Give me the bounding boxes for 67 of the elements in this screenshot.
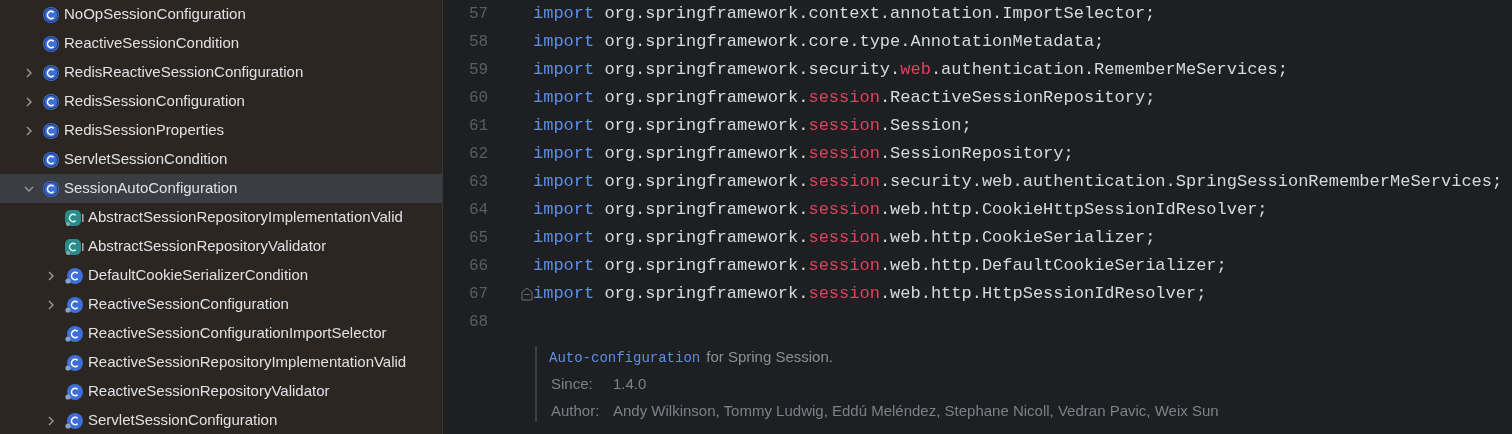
tree-item-label[interactable]: RedisSessionConfiguration	[64, 90, 245, 113]
line-number: 59	[469, 60, 489, 81]
tree-item-label[interactable]: DefaultCookieSerializerCondition	[88, 264, 309, 287]
doc-summary: for Spring Session.	[706, 347, 833, 367]
chevron-right-icon[interactable]	[24, 66, 34, 79]
line-number: 66	[469, 256, 489, 277]
tree-item-label[interactable]: AbstractSessionRepositoryValidator	[88, 235, 327, 258]
code-line: import org.springframework.session.security.web.authentication.SpringSessionRememberMeServices;	[533, 171, 1503, 194]
line-number: 58	[469, 32, 489, 53]
class-icon	[42, 5, 60, 24]
doc-field-label: Author:	[551, 400, 601, 421]
class-icon	[42, 34, 60, 53]
tree-item-label[interactable]: ReactiveSessionRepositoryValidator	[88, 380, 330, 403]
code-line: import org.springframework.session.web.http.CookieSerializer;	[533, 227, 1156, 250]
chevron-right-icon[interactable]	[24, 95, 34, 108]
chevron-right-icon[interactable]	[46, 269, 56, 282]
tree-item-label[interactable]: SessionAutoConfiguration	[64, 177, 238, 200]
inner-class-icon	[64, 353, 84, 372]
line-number: 63	[469, 172, 489, 193]
chevron-right-icon[interactable]	[46, 298, 56, 311]
tree-item-label[interactable]: NoOpSessionConfiguration	[64, 3, 246, 26]
class-icon	[42, 63, 60, 82]
inner-class-icon	[64, 324, 84, 343]
inner-class-icon	[64, 266, 84, 285]
abstract-class-icon	[64, 237, 84, 256]
doc-field-value: Andy Wilkinson, Tommy Ludwig, Eddú Meléndez, Stephane Nicoll, Vedran Pavic, Weix Sun	[613, 400, 1219, 421]
inner-class-icon	[64, 411, 84, 430]
tree-item-label[interactable]: ReactiveSessionConfiguration	[88, 293, 289, 316]
code-line: import org.springframework.core.type.AnnotationMetadata;	[533, 31, 1105, 54]
class-icon	[42, 121, 60, 140]
line-number: 64	[469, 200, 489, 221]
doc-field-value: 1.4.0	[613, 374, 647, 394]
code-line: import org.springframework.security.web.authentication.RememberMeServices;	[533, 59, 1288, 82]
code-line: import org.springframework.context.annotation.ImportSelector;	[533, 3, 1156, 26]
line-number: 61	[469, 116, 489, 137]
line-number: 62	[469, 144, 489, 165]
code-line: import org.springframework.session.Session;	[533, 115, 972, 138]
code-line: import org.springframework.session.web.http.HttpSessionIdResolver;	[533, 283, 1207, 306]
tree-item-label[interactable]: ReactiveSessionCondition	[64, 32, 240, 55]
tree-item-label[interactable]: RedisSessionProperties	[64, 119, 225, 142]
code-line: import org.springframework.session.ReactiveSessionRepository;	[533, 87, 1156, 110]
tree-item-label[interactable]: ServletSessionCondition	[64, 148, 228, 171]
code-line: import org.springframework.session.web.http.DefaultCookieSerializer;	[533, 255, 1227, 278]
line-number: 57	[469, 4, 489, 25]
fold-marker-icon[interactable]	[521, 287, 533, 301]
class-icon	[42, 150, 60, 169]
chevron-right-icon[interactable]	[46, 414, 56, 427]
code-line: import org.springframework.session.web.http.CookieHttpSessionIdResolver;	[533, 199, 1268, 222]
class-icon	[42, 92, 60, 111]
line-number: 60	[469, 88, 489, 109]
tree-item-label[interactable]: AbstractSessionRepositoryImplementationValid	[88, 206, 403, 229]
code-line: import org.springframework.session.SessionRepository;	[533, 143, 1074, 166]
doc-field-label: Since:	[551, 374, 594, 394]
inner-class-icon	[64, 382, 84, 401]
inner-class-icon	[64, 295, 84, 314]
tree-item-label[interactable]: ReactiveSessionConfigurationImportSelector	[88, 322, 387, 345]
line-number: 65	[469, 228, 489, 249]
line-number: 68	[469, 312, 489, 333]
class-icon	[42, 179, 60, 198]
tree-item-label[interactable]: ReactiveSessionRepositoryImplementationValid	[88, 351, 407, 374]
line-number: 67	[469, 284, 489, 305]
tree-item-label[interactable]: RedisReactiveSessionConfiguration	[64, 61, 304, 84]
tree-item-label[interactable]: ServletSessionConfiguration	[88, 409, 278, 432]
selected-tree-row[interactable]: SessionAutoConfiguration	[0, 174, 442, 203]
abstract-class-icon	[64, 208, 84, 227]
chevron-right-icon[interactable]	[24, 124, 34, 137]
doc-link[interactable]: Auto-configuration	[549, 348, 701, 369]
